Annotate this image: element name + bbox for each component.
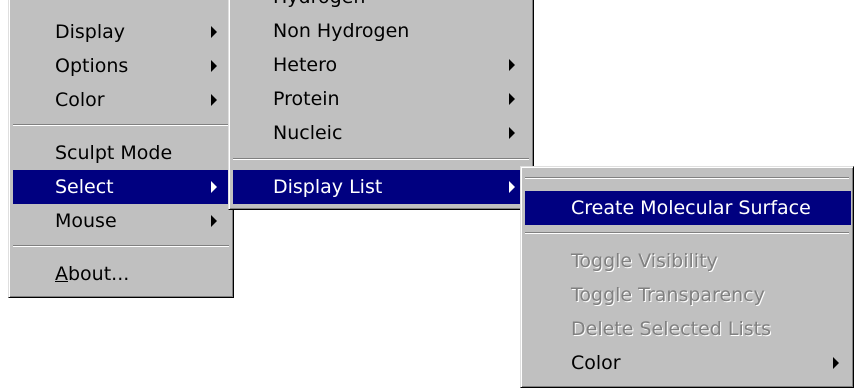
menu-item-label: Color — [55, 89, 105, 111]
submenu-arrow-icon — [211, 94, 217, 106]
menu-separator — [13, 245, 229, 247]
menu-item-mouse[interactable]: Mouse — [13, 204, 231, 238]
submenu-arrow-icon — [509, 59, 515, 71]
select-submenu: Hydrogen Non Hydrogen Hetero Protein Nuc… — [228, 0, 534, 210]
menu-item-label: Delete Selected Lists — [571, 318, 771, 340]
menu-item-toggle-visibility[interactable]: Toggle Visibility — [525, 244, 851, 278]
menu-item-label: Display — [55, 21, 126, 43]
menu-item-label: Sculpt Mode — [55, 142, 173, 164]
menu-item-display[interactable]: Display — [13, 15, 231, 49]
submenu-arrow-icon — [211, 60, 217, 72]
menu-item-nucleic[interactable]: Nucleic — [233, 116, 531, 150]
main-menu: Display Options Color Sculpt Mode Select… — [8, 0, 234, 298]
submenu-arrow-icon — [509, 181, 515, 193]
menu-item-label: Create Molecular Surface — [571, 197, 811, 219]
submenu-arrow-icon — [833, 357, 839, 369]
menu-item-non-hydrogen[interactable]: Non Hydrogen — [233, 14, 531, 48]
menu-item-color[interactable]: Color — [13, 83, 231, 117]
menu-item-hetero[interactable]: Hetero — [233, 48, 531, 82]
menu-item-protein[interactable]: Protein — [233, 82, 531, 116]
menu-item-label: Toggle Transparency — [571, 284, 765, 306]
menu-item-label: Hydrogen — [273, 0, 365, 14]
menu-separator — [525, 177, 849, 179]
menu-item-color[interactable]: Color — [525, 346, 851, 380]
menu-item-toggle-transparency[interactable]: Toggle Transparency — [525, 278, 851, 312]
menu-separator — [233, 158, 529, 160]
menu-item-label: Hetero — [273, 54, 338, 76]
menu-item-create-molecular-surface[interactable]: Create Molecular Surface — [525, 191, 851, 225]
menu-separator — [13, 124, 229, 126]
submenu-arrow-icon — [211, 215, 217, 227]
menu-item-sculpt-mode[interactable]: Sculpt Mode — [13, 136, 231, 170]
menu-item-label: Toggle Visibility — [571, 250, 718, 272]
menu-item-label: Protein — [273, 88, 340, 110]
menu-item-label: About... — [55, 257, 129, 291]
submenu-arrow-icon — [211, 26, 217, 38]
menu-item-hydrogen[interactable]: Hydrogen — [233, 0, 531, 14]
menu-item-label: Color — [571, 352, 621, 374]
menu-item-delete-selected-lists[interactable]: Delete Selected Lists — [525, 312, 851, 346]
submenu-arrow-icon — [509, 93, 515, 105]
menu-item-about[interactable]: About... — [13, 257, 231, 291]
menu-separator — [525, 232, 849, 234]
menu-item-label: Options — [55, 55, 129, 77]
menu-item-label: Display List — [273, 176, 383, 198]
menu-item-label: Mouse — [55, 210, 117, 232]
mnemonic-letter: A — [55, 263, 68, 285]
menu-item-label: Non Hydrogen — [273, 20, 410, 42]
display-list-submenu: Create Molecular Surface Toggle Visibili… — [520, 166, 854, 388]
menu-item-label: Select — [55, 176, 114, 198]
submenu-arrow-icon — [509, 127, 515, 139]
menu-item-display-list[interactable]: Display List — [233, 170, 531, 204]
menu-item-select[interactable]: Select — [13, 170, 231, 204]
menu-item-label: Nucleic — [273, 122, 343, 144]
menu-item-label-rest: bout... — [68, 263, 130, 285]
submenu-arrow-icon — [211, 181, 217, 193]
menu-item-options[interactable]: Options — [13, 49, 231, 83]
